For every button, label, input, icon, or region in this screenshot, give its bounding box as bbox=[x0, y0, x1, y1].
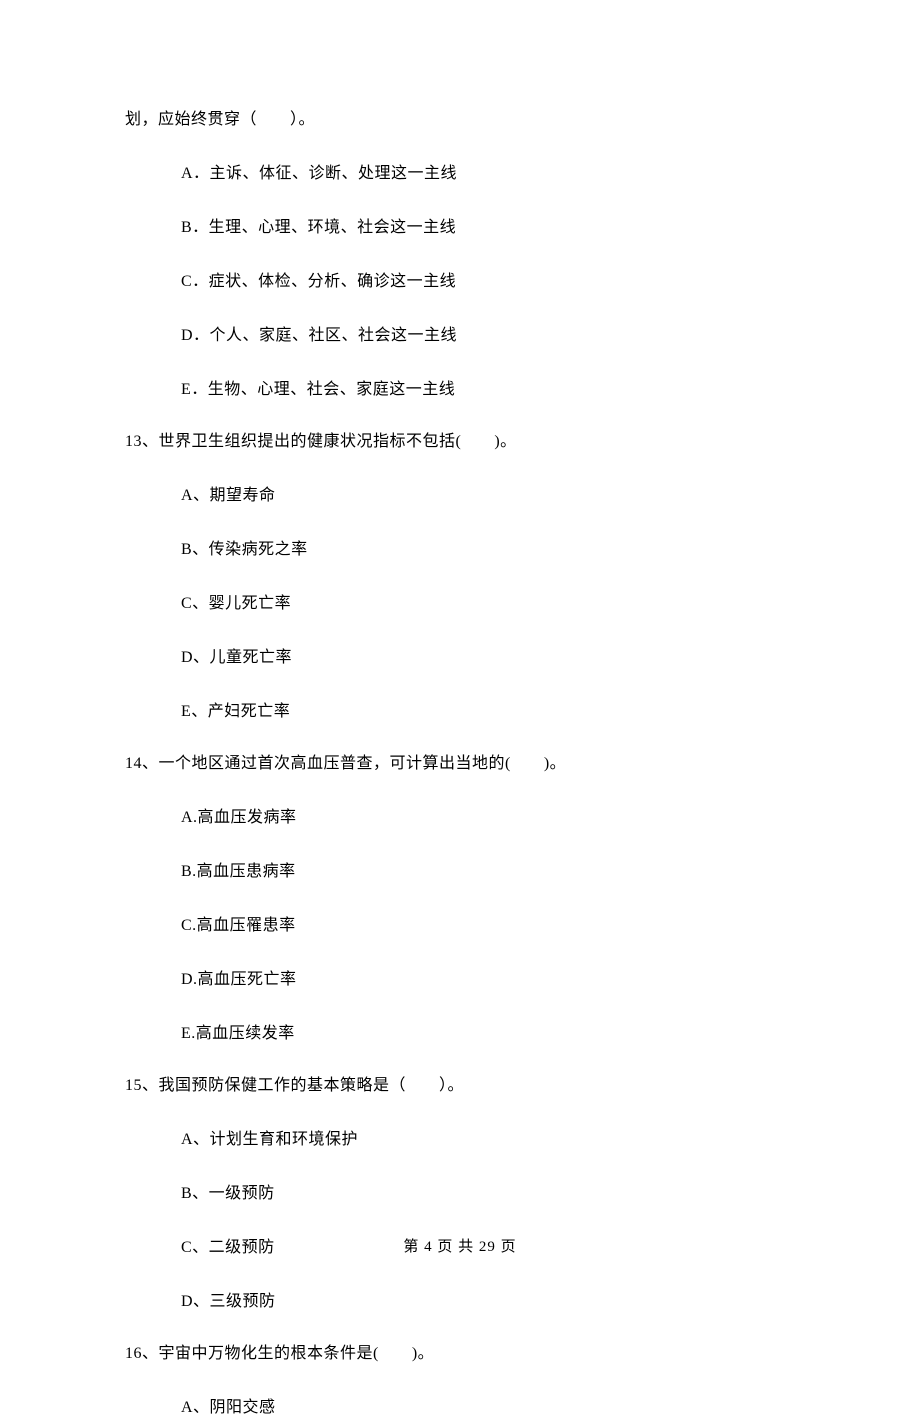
q13-option-b: B、传染病死之率 bbox=[125, 542, 810, 558]
q12-continuation: 划，应始终贯穿（ ）。 bbox=[125, 112, 810, 128]
q13-option-d: D、儿童死亡率 bbox=[125, 650, 810, 666]
document-page: 划，应始终贯穿（ ）。 A．主诉、体征、诊断、处理这一主线 B．生理、心理、环境… bbox=[0, 0, 920, 1302]
q13-stem: 13、世界卫生组织提出的健康状况指标不包括( )。 bbox=[125, 434, 810, 450]
q13-option-c: C、婴儿死亡率 bbox=[125, 596, 810, 612]
q13-option-a: A、期望寿命 bbox=[125, 488, 810, 504]
q12-option-d: D．个人、家庭、社区、社会这一主线 bbox=[125, 328, 810, 344]
q12-option-c: C．症状、体检、分析、确诊这一主线 bbox=[125, 274, 810, 290]
q14-option-d: D.高血压死亡率 bbox=[125, 972, 810, 988]
q12-option-a: A．主诉、体征、诊断、处理这一主线 bbox=[125, 166, 810, 182]
q14-option-e: E.高血压续发率 bbox=[125, 1026, 810, 1042]
q12-option-b: B．生理、心理、环境、社会这一主线 bbox=[125, 220, 810, 236]
q15-option-b: B、一级预防 bbox=[125, 1186, 810, 1202]
q14-stem: 14、一个地区通过首次高血压普查，可计算出当地的( )。 bbox=[125, 756, 810, 772]
q13-option-e: E、产妇死亡率 bbox=[125, 704, 810, 720]
q14-option-a: A.高血压发病率 bbox=[125, 810, 810, 826]
q16-option-a: A、阴阳交感 bbox=[125, 1400, 810, 1416]
q12-option-e: E．生物、心理、社会、家庭这一主线 bbox=[125, 382, 810, 398]
q15-option-a: A、计划生育和环境保护 bbox=[125, 1132, 810, 1148]
q15-stem: 15、我国预防保健工作的基本策略是（ ）。 bbox=[125, 1078, 810, 1094]
page-footer: 第 4 页 共 29 页 bbox=[0, 1235, 920, 1256]
q14-option-b: B.高血压患病率 bbox=[125, 864, 810, 880]
q14-option-c: C.高血压罹患率 bbox=[125, 918, 810, 934]
q16-stem: 16、宇宙中万物化生的根本条件是( )。 bbox=[125, 1346, 810, 1362]
q15-option-d: D、三级预防 bbox=[125, 1294, 810, 1310]
